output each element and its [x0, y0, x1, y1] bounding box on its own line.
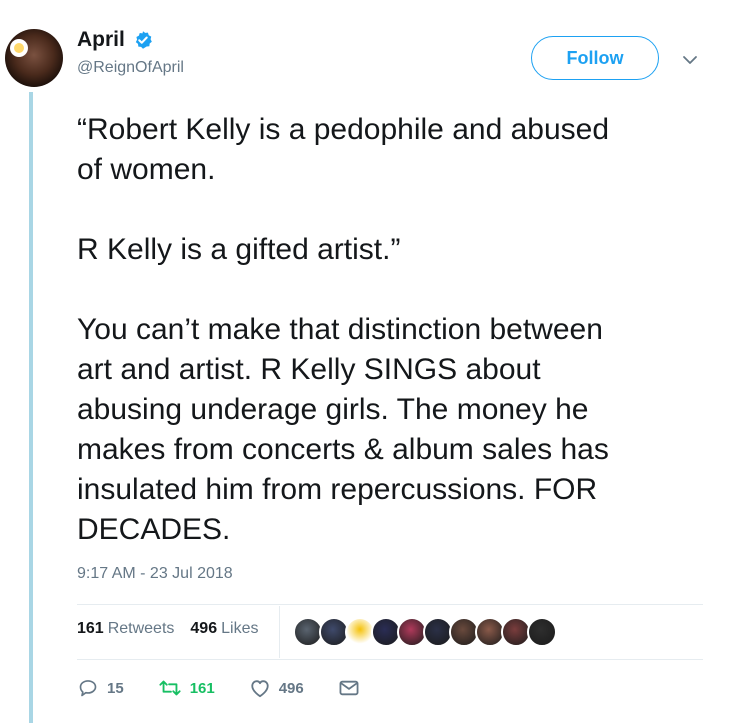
action-bar: 15 161 496	[77, 678, 402, 698]
envelope-icon	[339, 680, 359, 696]
avatar[interactable]	[5, 29, 63, 87]
direct-message-button[interactable]	[338, 679, 368, 697]
tweet-timestamp[interactable]: 9:17 AM - 23 Jul 2018	[77, 565, 233, 583]
retweets-label: Retweets	[107, 620, 175, 637]
retweet-count: 161	[189, 679, 215, 697]
retweet-icon	[159, 680, 181, 696]
stats-divider-bottom	[77, 659, 703, 660]
retweets-count: 161	[77, 620, 104, 637]
thread-line	[29, 92, 33, 723]
heart-icon	[251, 680, 269, 698]
stats-separator	[279, 606, 280, 658]
like-count: 496	[278, 679, 304, 697]
liker-avatar[interactable]	[527, 617, 557, 647]
reply-icon	[79, 680, 97, 697]
likes-stat[interactable]: 496 Likes	[190, 620, 258, 638]
retweet-button[interactable]: 161	[158, 678, 215, 698]
flower-accent	[14, 43, 24, 53]
tweet-text: “Robert Kelly is a pedophile and abused …	[77, 113, 610, 546]
display-name[interactable]: April	[77, 28, 125, 52]
reply-count: 15	[107, 679, 124, 697]
reply-button[interactable]: 15	[77, 678, 124, 698]
likes-label: Likes	[221, 620, 259, 637]
author-handle[interactable]: @ReignOfApril	[77, 59, 184, 77]
retweets-stat[interactable]: 161 Retweets	[77, 620, 174, 638]
liker-avatars	[293, 617, 557, 647]
follow-button[interactable]: Follow	[531, 36, 659, 80]
like-button[interactable]: 496	[249, 678, 304, 698]
verified-badge-icon	[136, 31, 153, 49]
chevron-down-icon[interactable]	[680, 50, 700, 70]
tweet-stats: 161 Retweets 496 Likes	[77, 620, 274, 638]
stats-divider-top	[77, 604, 703, 605]
author-block: April @ReignOfApril	[77, 28, 184, 77]
likes-count: 496	[190, 620, 218, 637]
